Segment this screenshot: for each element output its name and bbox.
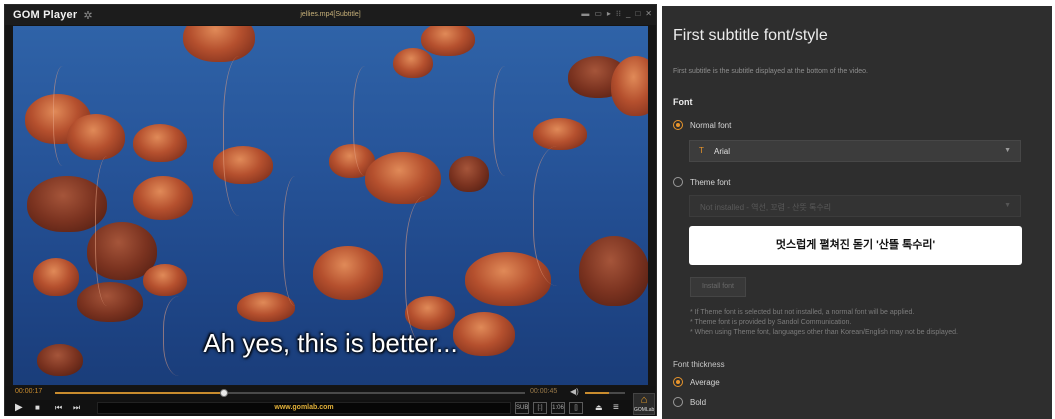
next-icon[interactable]: ⏭ (73, 401, 80, 415)
control-bar: ▶ ■ ⏮ ⏭ www.gomlab.com SUB [:] 1:06 [] ⏏… (5, 393, 656, 416)
mode-icon[interactable]: ▭ (594, 8, 602, 20)
menu-icon[interactable]: ≡ (613, 401, 619, 415)
app-logo[interactable]: GOM Player (13, 9, 77, 21)
normal-font-radio[interactable] (673, 120, 683, 130)
pin-icon[interactable]: ⁝⁝ (616, 8, 621, 20)
video-subtitle: Ah yes, this is better... (203, 328, 458, 358)
stop-icon[interactable]: ■ (35, 401, 40, 415)
url-bar[interactable]: www.gomlab.com (97, 402, 511, 414)
previous-icon[interactable]: ⏮ (55, 401, 62, 415)
title-bar[interactable]: GOM Player ✲ jellies.mp4[Subtitle] ▬ ▭ ▸… (5, 5, 656, 25)
chevron-down-icon: ▼ (1004, 202, 1011, 209)
theme-font-radio[interactable] (673, 177, 683, 187)
normal-font-label: Normal font (690, 121, 732, 130)
home-label: GOMLab (634, 407, 655, 413)
gear-icon[interactable]: ✲ (83, 9, 92, 22)
play-icon[interactable]: ▶ (15, 401, 23, 415)
normal-font-dropdown[interactable]: T Arial ▼ (689, 140, 1021, 162)
window-controls: ▬ ▭ ▸ ⁝⁝ _ □ ✕ (581, 8, 652, 20)
total-time: 00:00:45 (530, 388, 558, 395)
volume-icon[interactable]: ◀) (570, 387, 579, 396)
aspect-ratio-button[interactable]: [:] (533, 402, 547, 414)
close-icon[interactable]: ✕ (645, 8, 652, 20)
seek-bar-area: 00:00:17 00:00:45 ◀) (5, 386, 656, 400)
font-section-heading: Font (673, 97, 693, 107)
volume-slider[interactable] (585, 392, 625, 394)
thickness-average-radio[interactable] (673, 377, 683, 387)
settings-description: First subtitle is the subtitle displayed… (673, 68, 868, 75)
font-icon: T (699, 146, 704, 155)
seek-bar-fill (55, 392, 225, 394)
note-line: * Theme font is provided by Sandol Commu… (690, 319, 852, 326)
theme-font-dropdown[interactable]: Not installed - 역선, 꼬렴 - 산뜻 톡수리 ▼ (689, 195, 1021, 217)
subtitle-settings-panel: First subtitle font/style First subtitle… (662, 6, 1052, 419)
thickness-bold-label: Bold (690, 398, 707, 407)
font-thickness-label: Font thickness (673, 360, 725, 369)
maximize-icon[interactable]: □ (635, 8, 640, 20)
eject-icon[interactable]: ⏏ (595, 401, 603, 415)
current-time: 00:00:17 (15, 388, 43, 395)
volume-level (585, 392, 609, 394)
theme-font-label: Theme font (690, 178, 731, 187)
minimize-icon[interactable]: _ (626, 8, 630, 20)
ratio-button[interactable]: 1:06 (551, 402, 565, 414)
note-line: * When using Theme font, languages other… (690, 329, 958, 336)
video-area[interactable]: Ah yes, this is better... (13, 26, 648, 385)
subtitle-toggle-button[interactable]: SUB (515, 402, 529, 414)
note-line: * If Theme font is selected but not inst… (690, 309, 915, 316)
player-window: GOM Player ✲ jellies.mp4[Subtitle] ▬ ▭ ▸… (4, 4, 657, 416)
thickness-average-label: Average (690, 378, 720, 387)
thickness-bold-radio[interactable] (673, 397, 683, 407)
install-font-button[interactable]: Install font (690, 277, 746, 297)
chevron-down-icon: ▼ (1004, 147, 1011, 154)
mini-play-icon[interactable]: ▸ (607, 8, 611, 20)
normal-font-value: Arial (714, 147, 731, 156)
settings-title: First subtitle font/style (673, 27, 828, 44)
capture-button[interactable]: [] (569, 402, 583, 414)
home-icon: ⌂ (640, 394, 648, 406)
seek-handle[interactable] (220, 389, 229, 397)
gomlab-home-button[interactable]: ⌂ GOMLab (633, 393, 655, 415)
window-title: jellies.mp4[Subtitle] (300, 11, 361, 18)
menu-line-icon[interactable]: ▬ (581, 8, 589, 20)
seek-bar[interactable] (55, 389, 525, 397)
font-preview: 멋스럽게 펼쳐진 돋기 '산뜰 톡수리' (689, 226, 1022, 265)
theme-font-value: Not installed - 역선, 꼬렴 - 산뜻 톡수리 (700, 203, 832, 212)
